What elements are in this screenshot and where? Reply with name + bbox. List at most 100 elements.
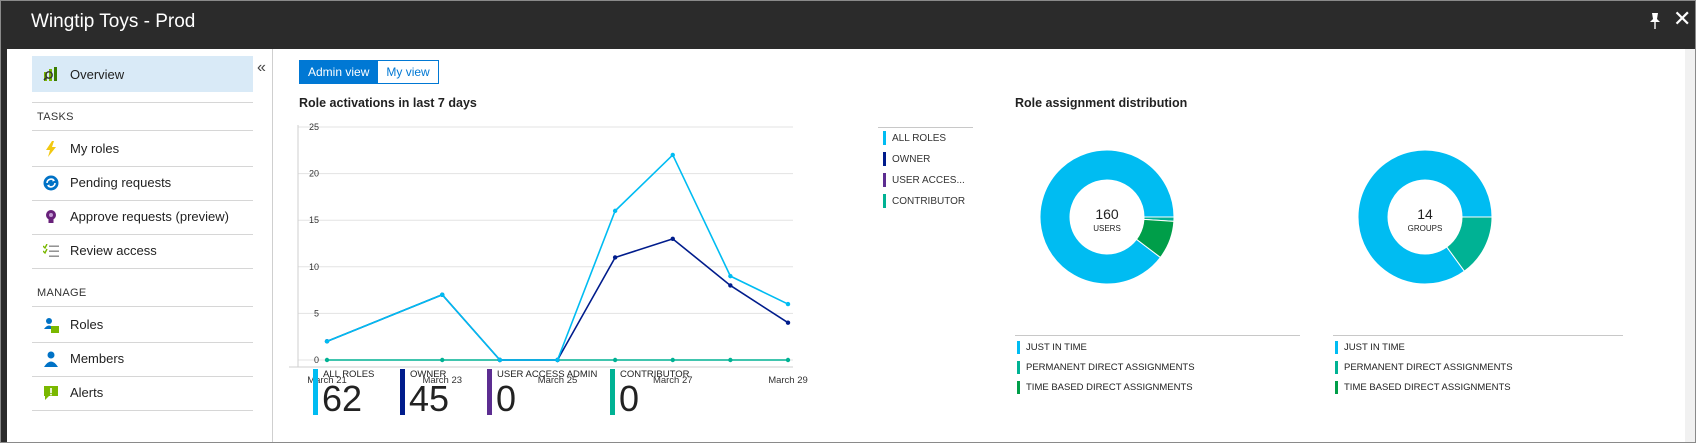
legend-label: TIME BASED DIRECT ASSIGNMENTS <box>1344 382 1511 393</box>
sidebar-item-review-access[interactable]: Review access <box>32 233 253 269</box>
legend-swatch <box>883 152 886 166</box>
tab-my-view[interactable]: My view <box>378 60 439 84</box>
legend-swatch <box>1335 361 1338 374</box>
legend-item-all-roles[interactable]: ALL ROLES <box>883 131 946 145</box>
person-icon <box>43 351 59 367</box>
sidebar-item-label: Overview <box>70 66 125 82</box>
stat-swatch <box>610 369 615 415</box>
legend-label: TIME BASED DIRECT ASSIGNMENTS <box>1026 382 1193 393</box>
sidebar-item-label: My roles <box>70 141 120 156</box>
data-point <box>555 357 560 363</box>
roles-icon <box>43 317 59 333</box>
legend-divider <box>1333 335 1623 336</box>
activations-title: Role activations in last 7 days <box>299 96 477 110</box>
y-tick-label: 15 <box>309 215 319 225</box>
series-line-owner <box>326 237 789 361</box>
data-point <box>785 320 791 325</box>
vertical-scrollbar[interactable] <box>1685 49 1695 442</box>
data-point <box>324 357 330 363</box>
legend-label: PERMANENT DIRECT ASSIGNMENTS <box>1026 362 1195 373</box>
sidebar-item-members[interactable]: Members <box>32 341 253 377</box>
donut-center-value: 14 <box>1417 206 1433 222</box>
users-donut-chart[interactable]: 160 USERS <box>1015 139 1315 299</box>
blade-header: Wingtip Toys - Prod ✕ <box>1 1 1695 49</box>
y-tick-label: 25 <box>309 122 319 132</box>
legend-swatch <box>883 194 886 208</box>
data-point <box>324 339 330 344</box>
groups-legend-jit[interactable]: JUST IN TIME <box>1335 341 1405 354</box>
legend-label: PERMANENT DIRECT ASSIGNMENTS <box>1344 362 1513 373</box>
distribution-title: Role assignment distribution <box>1015 96 1188 110</box>
data-point <box>728 283 733 288</box>
legend-swatch <box>1335 381 1338 394</box>
data-point <box>785 357 791 363</box>
view-toggle: Admin view My view <box>299 60 439 84</box>
blade-title: Wingtip Toys - Prod <box>31 11 196 32</box>
alert-icon <box>43 385 59 401</box>
data-point <box>612 208 618 214</box>
legend-swatch <box>883 173 886 187</box>
sidebar-item-approve-requests[interactable]: Approve requests (preview) <box>32 199 253 235</box>
sidebar-item-alerts[interactable]: Alerts <box>32 375 253 411</box>
data-point <box>612 357 618 363</box>
lightbulb-icon <box>43 209 59 225</box>
sidebar-item-label: Pending requests <box>70 175 172 190</box>
legend-label: ALL ROLES <box>892 132 947 144</box>
users-legend-timebased[interactable]: TIME BASED DIRECT ASSIGNMENTS <box>1017 381 1193 394</box>
users-legend-jit[interactable]: JUST IN TIME <box>1017 341 1087 354</box>
divider <box>32 102 253 103</box>
collapse-sidebar-icon[interactable]: « <box>257 59 266 77</box>
y-tick-label: 5 <box>314 308 319 318</box>
legend-label: OWNER <box>892 153 931 165</box>
legend-divider <box>878 127 973 128</box>
stat-value: 0 <box>496 378 517 419</box>
overview-icon <box>43 66 59 82</box>
legend-swatch <box>1017 341 1020 354</box>
legend-label: USER ACCES... <box>892 174 965 186</box>
sidebar-item-label: Alerts <box>70 385 104 400</box>
series-line-all-roles <box>326 153 789 361</box>
legend-label: CONTRIBUTOR <box>892 195 966 207</box>
legend-item-contributor[interactable]: CONTRIBUTOR <box>883 194 965 208</box>
data-point <box>785 301 791 307</box>
legend-swatch <box>1017 361 1020 374</box>
groups-legend-permanent[interactable]: PERMANENT DIRECT ASSIGNMENTS <box>1335 361 1513 374</box>
donut-center-value: 160 <box>1095 206 1119 222</box>
legend-label: JUST IN TIME <box>1344 342 1405 353</box>
data-point <box>670 152 675 158</box>
legend-swatch <box>1335 341 1338 354</box>
sidebar-item-overview[interactable]: Overview <box>32 56 253 92</box>
pin-icon[interactable] <box>1647 11 1663 31</box>
x-tick-label: March 29 <box>768 375 808 386</box>
data-point <box>728 357 733 363</box>
stat-swatch <box>313 369 318 415</box>
sidebar-item-pending-requests[interactable]: Pending requests <box>32 165 253 201</box>
legend-item-owner[interactable]: OWNER <box>883 152 930 166</box>
users-legend-permanent[interactable]: PERMANENT DIRECT ASSIGNMENTS <box>1017 361 1195 374</box>
sidebar-item-label: Members <box>70 351 125 366</box>
data-point <box>670 357 675 363</box>
sidebar: « Overview TASKS My roles Pending reques… <box>7 49 273 442</box>
data-point <box>497 357 503 363</box>
checklist-icon <box>43 243 59 259</box>
groups-legend-timebased[interactable]: TIME BASED DIRECT ASSIGNMENTS <box>1335 381 1511 394</box>
y-tick-label: 10 <box>309 262 319 272</box>
close-icon[interactable]: ✕ <box>1673 8 1691 30</box>
stat-swatch <box>487 369 492 415</box>
legend-swatch <box>1017 381 1020 394</box>
lightning-icon <box>43 140 59 157</box>
tab-admin-view[interactable]: Admin view <box>299 60 379 84</box>
sidebar-item-label: Review access <box>70 243 157 258</box>
sidebar-item-label: Roles <box>70 317 104 332</box>
main-content: Admin view My view Role activations in l… <box>273 49 1695 442</box>
sidebar-item-roles[interactable]: Roles <box>32 307 253 343</box>
legend-item-user-access-admin[interactable]: USER ACCES... <box>883 173 965 187</box>
groups-donut-chart[interactable]: 14 GROUPS <box>1333 139 1633 299</box>
sidebar-item-my-roles[interactable]: My roles <box>32 131 253 167</box>
legend-label: JUST IN TIME <box>1026 342 1087 353</box>
data-point <box>440 357 445 363</box>
refresh-icon <box>43 175 59 191</box>
y-tick-label: 20 <box>309 169 319 179</box>
legend-swatch <box>883 131 886 145</box>
stat-value: 45 <box>409 378 450 419</box>
